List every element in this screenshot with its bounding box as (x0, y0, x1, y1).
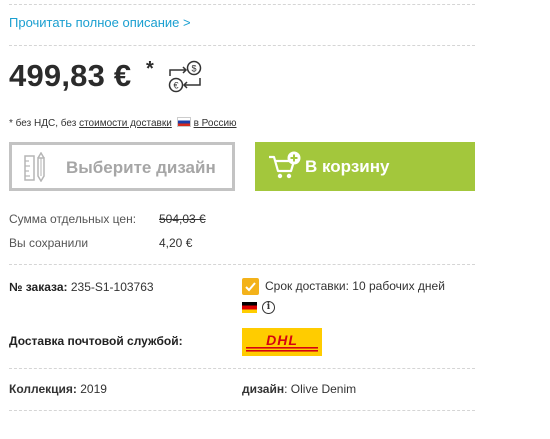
design-value: Olive Denim (290, 382, 357, 396)
delivery-time: Срок доставки: 10 рабочих дней (265, 279, 445, 293)
check-icon (242, 278, 259, 295)
vat-note: * без НДС, без стоимости доставки в Росс… (9, 117, 237, 129)
collection-label: Коллекция: (9, 382, 77, 396)
sum-value: 504,03 € (159, 212, 206, 226)
shipping-cost-link[interactable]: стоимости доставки (79, 118, 172, 129)
saved-value: 4,20 € (159, 236, 193, 250)
svg-text:€: € (173, 81, 178, 91)
read-full-description-link[interactable]: Прочитать полное описание > (9, 15, 191, 30)
divider (9, 45, 475, 46)
svg-text:DHL: DHL (266, 332, 298, 348)
order-number-value: 235-S1-103763 (70, 280, 154, 294)
price-footnote-marker: * (146, 58, 154, 80)
design-label: дизайн (242, 382, 285, 396)
price: 499,83 € (9, 58, 132, 93)
add-to-cart-label: В корзину (305, 157, 390, 176)
design-pencil-ruler-icon (24, 152, 45, 182)
svg-text:$: $ (191, 64, 196, 74)
sum-label: Сумма отдельных цен: (9, 212, 137, 226)
shipping-carrier-label: Доставка почтовой службой: (9, 334, 183, 348)
divider (9, 264, 475, 265)
info-icon[interactable]: i (262, 301, 275, 314)
divider-bottom (9, 410, 475, 411)
country-link[interactable]: в Россию (194, 118, 237, 129)
dhl-logo: DHL (242, 328, 322, 356)
collection-value: 2019 (80, 382, 107, 396)
germany-flag-icon (242, 302, 257, 313)
collection: Коллекция: 2019 (9, 382, 107, 396)
choose-design-label: Выберите дизайн (66, 158, 216, 177)
order-number-label: № заказа: (9, 280, 68, 294)
currency-convert-icon[interactable]: $ € (166, 60, 206, 94)
russia-flag-icon (176, 117, 191, 127)
cart-add-icon (269, 151, 301, 179)
divider (9, 368, 475, 369)
vat-note-text: * без НДС, без (9, 118, 77, 129)
divider-top (9, 4, 475, 5)
choose-design-button[interactable]: Выберите дизайн (9, 142, 235, 191)
design: дизайн: Olive Denim (242, 382, 357, 396)
saved-label: Вы сохранили (9, 236, 89, 250)
add-to-cart-button[interactable]: В корзину (255, 142, 475, 191)
order-number: № заказа: 235-S1-103763 (9, 280, 154, 294)
